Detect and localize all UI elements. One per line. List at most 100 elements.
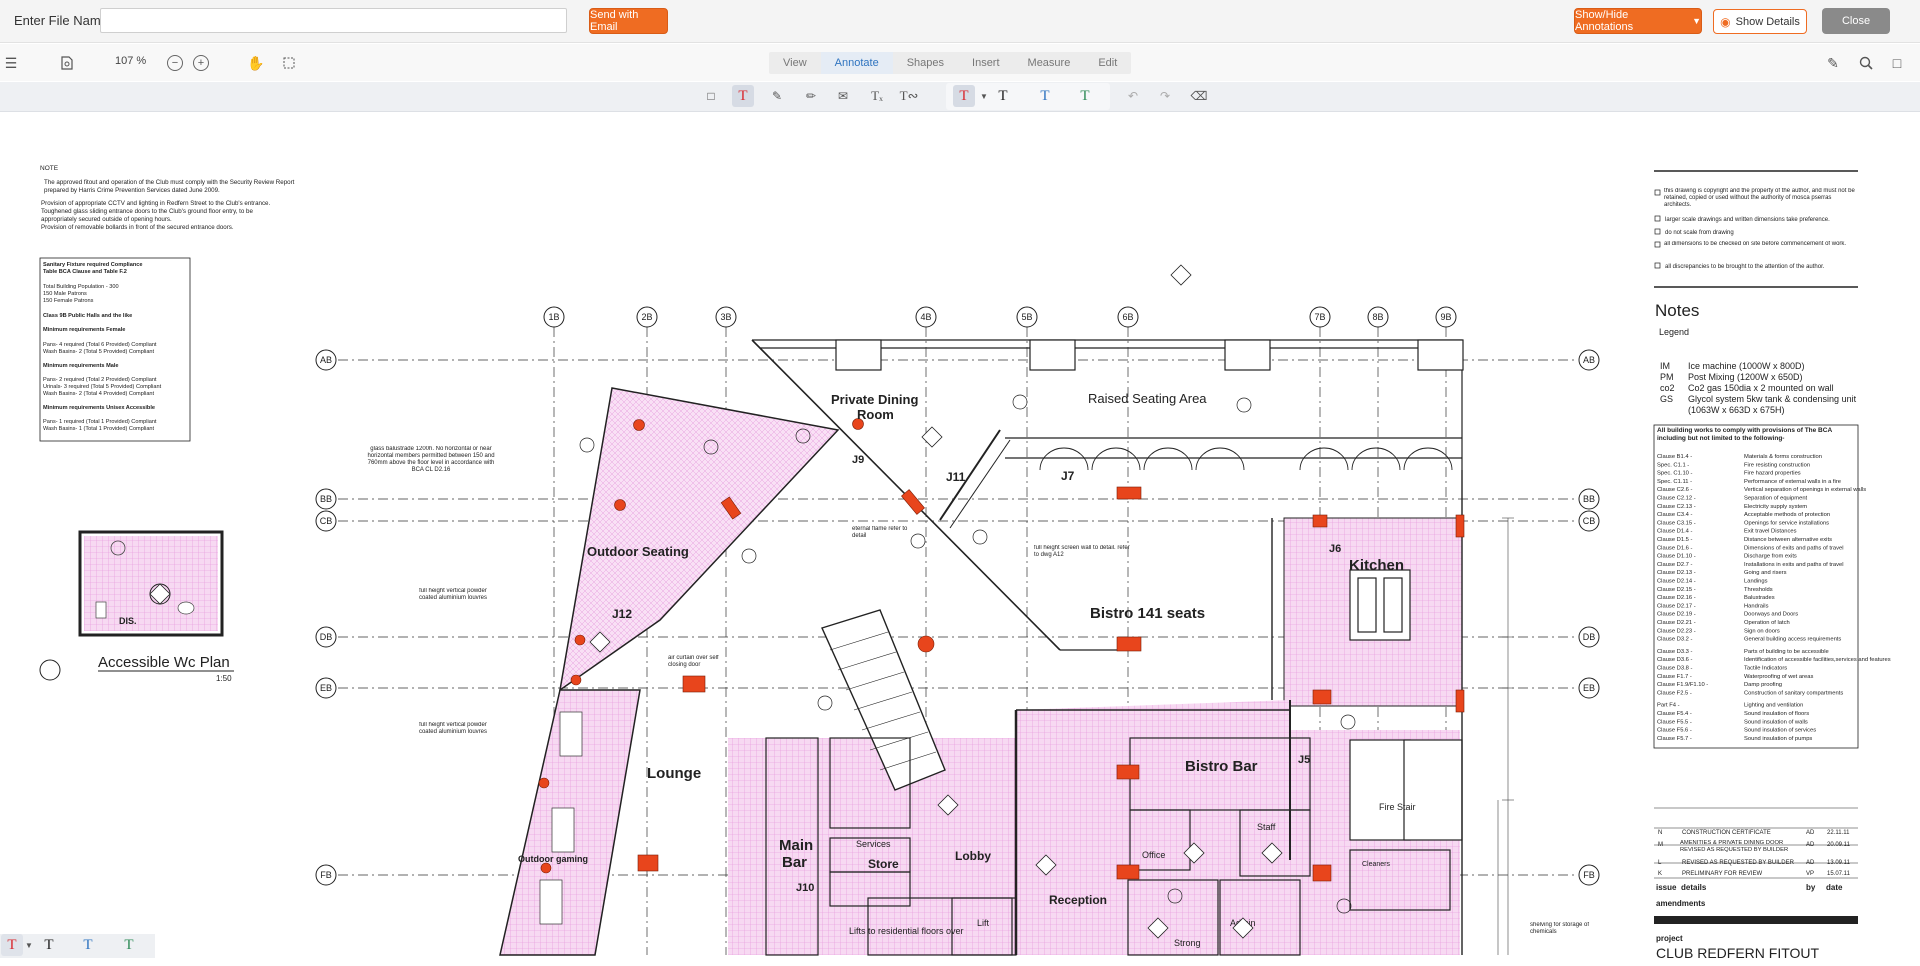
note-line: prepared by Harris Crime Prevention Serv…: [44, 187, 220, 194]
legend-code: co2: [1660, 383, 1675, 393]
bca-description: Tactile Indicators: [1744, 666, 1787, 672]
bca-clause: Clause C3.4 -: [1657, 512, 1693, 518]
legend-code: GS: [1660, 394, 1673, 404]
file-name-input[interactable]: [100, 8, 567, 33]
document-canvas[interactable]: NOTE The approved fitout and operation o…: [0, 113, 1920, 966]
bca-clause: Clause D3.3 -: [1657, 649, 1693, 655]
disclaimer-line: larger scale drawings and written dimens…: [1665, 217, 1830, 223]
sanitary-subtitle: Table BCA Clause and Table F.2: [43, 269, 127, 275]
text-red-icon[interactable]: T: [953, 85, 975, 107]
bca-description: Fire resisting construction: [1744, 462, 1810, 468]
subscript-text-icon[interactable]: Tₓ: [866, 85, 888, 107]
show-details-button[interactable]: ◉ Show Details: [1713, 9, 1807, 34]
bca-description: Parts of building to be accessible: [1744, 649, 1829, 655]
redo-icon[interactable]: ↷: [1154, 85, 1176, 107]
sanitary-line: 150 Male Patrons: [43, 291, 87, 297]
text-green-icon[interactable]: T: [1074, 85, 1096, 107]
sanitary-line: Minimum requirements Female: [43, 327, 125, 333]
bca-clause: Clause D3.8 -: [1657, 666, 1693, 672]
bca-description: Sound insulation of pumps: [1744, 736, 1812, 742]
grid-label: 4B: [920, 312, 931, 322]
sanitary-line: Class 9B Public Halls and the like: [43, 313, 132, 319]
room-label: Main: [779, 837, 813, 854]
sanitary-line: Pans- 4 required (Total 6 Provided) Comp…: [43, 342, 157, 348]
note-line: The approved fitout and operation of the…: [44, 179, 295, 186]
grid-label: 2B: [641, 312, 652, 322]
bca-description: Going and risers: [1744, 570, 1787, 576]
rev-date: 15.07.11: [1827, 871, 1851, 877]
room-label: Bistro 141 seats: [1090, 605, 1205, 622]
search-icon[interactable]: [1857, 54, 1875, 72]
signature-icon[interactable]: ✎: [1824, 54, 1842, 72]
tab-edit[interactable]: Edit: [1084, 52, 1131, 74]
zoom-level[interactable]: 107 %: [115, 55, 146, 67]
bca-clause: Clause D2.14 -: [1657, 579, 1696, 585]
bca-description: Discharge from exits: [1744, 554, 1797, 560]
grid-label: CB: [320, 516, 333, 526]
grid-label: 9B: [1440, 312, 1451, 322]
bca-clause: Clause F1.7 -: [1657, 674, 1692, 680]
tab-annotate[interactable]: Annotate: [820, 52, 893, 74]
room-label: Kitchen: [1349, 557, 1404, 574]
bca-description: Installations in exits and paths of trav…: [1744, 562, 1844, 568]
rectangle-icon[interactable]: □: [700, 85, 722, 107]
bca-title: All building works to comply with provis…: [1657, 427, 1832, 442]
bca-clause: Part F4 -: [1657, 703, 1680, 709]
text-tool-icon[interactable]: T: [732, 85, 754, 107]
eraser-icon[interactable]: ⌫: [1188, 85, 1210, 107]
show-details-label: Show Details: [1735, 15, 1800, 28]
text-blue-icon[interactable]: T: [1034, 85, 1056, 107]
rev-by: AD: [1806, 830, 1815, 836]
comment-icon[interactable]: ✉: [832, 85, 854, 107]
sanitary-line: Minimum requirements Unisex Accessible: [43, 405, 155, 411]
send-email-button[interactable]: Send with Email: [589, 8, 668, 34]
bca-clause: Clause F5.6 -: [1657, 728, 1692, 734]
bca-description: Damp proofing: [1744, 682, 1782, 688]
room-label: Outdoor Seating: [587, 544, 689, 559]
zoom-out-icon[interactable]: −: [167, 55, 183, 71]
text-black-icon[interactable]: T: [992, 85, 1014, 107]
dimension-lines: [1497, 517, 1514, 955]
note-line: Provision of removable bollards in front…: [41, 224, 234, 231]
tab-view[interactable]: View: [769, 52, 821, 74]
bca-description: Openings for service installations: [1744, 520, 1829, 526]
show-hide-annotations-button[interactable]: Show/Hide Annotations ▼: [1574, 8, 1702, 34]
menu-icon[interactable]: ☰: [2, 54, 20, 72]
tab-measure[interactable]: Measure: [1014, 52, 1085, 74]
room-label: Private Dining: [831, 392, 918, 407]
grid-label: DB: [1583, 632, 1596, 642]
joint-label: J6: [1329, 543, 1341, 555]
text-blue-icon[interactable]: T: [77, 934, 99, 956]
room-label: Staff: [1257, 822, 1276, 832]
grid-label: AB: [320, 355, 332, 365]
tab-insert[interactable]: Insert: [958, 52, 1014, 74]
disclaimer-line: do not scale from drawing: [1665, 230, 1734, 236]
bca-clause: Clause F2.5 -: [1657, 690, 1692, 696]
bca-clause: Clause C3.15 -: [1657, 520, 1696, 526]
bca-clause: Clause C2.13 -: [1657, 504, 1696, 510]
text-green-icon[interactable]: T: [118, 934, 140, 956]
highlighter-icon[interactable]: ✏: [800, 85, 822, 107]
pen-icon[interactable]: ✎: [766, 85, 788, 107]
note-line: appropriately secured outside of opening…: [41, 216, 172, 223]
note-line: Toughened glass sliding entrance doors t…: [41, 208, 253, 215]
eye-icon: ◉: [1720, 14, 1731, 29]
text-replace-icon[interactable]: T∾: [898, 85, 920, 107]
comments-panel-icon[interactable]: □: [1888, 54, 1906, 72]
undo-icon[interactable]: ↶: [1122, 85, 1144, 107]
room-label: Room: [857, 407, 894, 422]
text-black-icon[interactable]: T: [38, 934, 60, 956]
bca-description: Dimensions of exits and paths of travel: [1744, 545, 1844, 551]
zoom-in-icon[interactable]: +: [193, 55, 209, 71]
close-button[interactable]: Close: [1822, 8, 1890, 34]
bca-description: Waterproofing of wet areas: [1744, 674, 1813, 680]
sanitary-title: Sanitary Fixture required Compliance: [43, 262, 142, 268]
page-icon[interactable]: [58, 54, 76, 72]
note-title: NOTE: [40, 165, 59, 172]
tab-shapes[interactable]: Shapes: [893, 52, 958, 74]
marquee-select-icon[interactable]: [280, 54, 298, 72]
pan-hand-icon[interactable]: ✋: [247, 54, 265, 72]
chevron-down-icon[interactable]: ▼: [18, 934, 40, 956]
rev-header-by: by: [1806, 883, 1816, 892]
rev-header-date: date: [1826, 883, 1843, 892]
